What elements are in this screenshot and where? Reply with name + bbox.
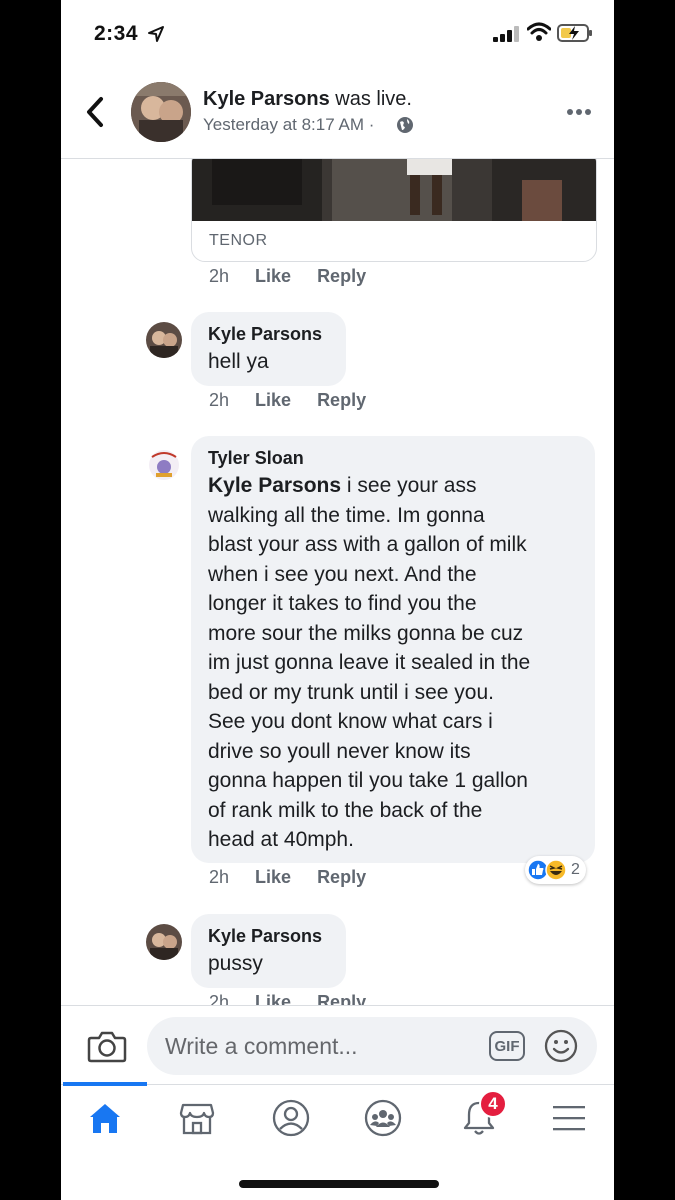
- comment-author[interactable]: Kyle Parsons: [208, 323, 329, 345]
- active-tab-indicator: [63, 1082, 147, 1086]
- gif-image[interactable]: [192, 159, 596, 221]
- like-button[interactable]: Like: [255, 390, 291, 411]
- comment-bubble[interactable]: Kyle Parsons hell ya: [191, 312, 346, 386]
- battery-charging-icon: [557, 24, 592, 42]
- comment-line: head at 40mph.: [208, 828, 354, 851]
- reply-button[interactable]: Reply: [317, 390, 366, 411]
- like-button[interactable]: Like: [255, 266, 291, 287]
- reply-button[interactable]: Reply: [317, 867, 366, 888]
- tab-profile[interactable]: [269, 1096, 313, 1140]
- comment-input[interactable]: [147, 1017, 597, 1075]
- profile-icon: [272, 1099, 310, 1137]
- comment-meta: 2h Like Reply: [209, 390, 366, 411]
- comment-line: blast your ass with a gallon of milk: [208, 533, 527, 556]
- location-arrow-icon: [148, 26, 164, 42]
- comment-line: im just gonna leave it sealed in the: [208, 651, 531, 674]
- comment-line: when i see you next. And the: [208, 562, 477, 586]
- comment-line: more sour the milks gonna be cuz: [208, 621, 524, 645]
- comment-line: See you dont know what cars i: [208, 710, 493, 733]
- comment-time: 2h: [209, 992, 230, 1005]
- home-indicator[interactable]: [239, 1180, 439, 1188]
- status-time: 2:34: [94, 22, 139, 45]
- reply-button[interactable]: Reply: [317, 992, 366, 1005]
- mention-tag[interactable]: Kyle Parsons: [208, 474, 341, 497]
- post-action: was live.: [329, 88, 412, 110]
- post-header-title: Kyle Parsons was live.: [203, 88, 412, 111]
- author-name[interactable]: Kyle Parsons: [203, 88, 330, 110]
- comment-bubble[interactable]: Kyle Parsons pussy: [191, 914, 346, 988]
- notification-badge: 4: [479, 1090, 507, 1118]
- tab-marketplace[interactable]: [175, 1096, 219, 1140]
- globe-icon: [397, 117, 413, 133]
- comment-line: bed or my trunk until i see you.: [208, 680, 494, 704]
- commenter-avatar[interactable]: [146, 924, 182, 960]
- comment-line: i see your ass: [341, 474, 477, 497]
- comment-text: pussy: [208, 952, 263, 975]
- author-avatar[interactable]: [131, 82, 191, 142]
- like-button[interactable]: Like: [255, 992, 291, 1005]
- gif-button[interactable]: GIF: [489, 1031, 525, 1061]
- composer-divider: [61, 1005, 614, 1006]
- reply-button[interactable]: Reply: [317, 266, 366, 287]
- comment-line: gonna happen til you take 1 gallon: [208, 769, 528, 792]
- groups-icon: [364, 1099, 402, 1137]
- camera-icon[interactable]: [87, 1029, 127, 1063]
- hamburger-menu-icon: [553, 1106, 585, 1131]
- haha-reaction-icon: [545, 859, 567, 881]
- wifi-icon: [527, 22, 551, 41]
- comment-text: Kyle Parsons i see your ass walking all t…: [208, 471, 578, 855]
- tab-menu[interactable]: [547, 1096, 591, 1140]
- comment-author[interactable]: Kyle Parsons: [208, 925, 329, 947]
- comment-meta: 2h Like Reply: [209, 266, 366, 287]
- tab-groups[interactable]: [361, 1096, 405, 1140]
- cellular-signal-icon: [493, 26, 519, 42]
- post-timestamp[interactable]: Yesterday at 8:17 AM ·: [203, 115, 374, 135]
- marketplace-icon: [179, 1103, 215, 1135]
- commenter-avatar[interactable]: [146, 447, 182, 483]
- like-button[interactable]: Like: [255, 867, 291, 888]
- more-options-icon[interactable]: [566, 100, 592, 124]
- comment-meta: 2h Like Reply: [209, 992, 366, 1005]
- gif-attachment[interactable]: TENOR: [191, 159, 597, 262]
- comment-line: longer it takes to find you the: [208, 592, 477, 615]
- comment-line: of rank milk to the back of the: [208, 798, 483, 822]
- gif-source-label: TENOR: [209, 232, 268, 249]
- comment-line: walking all the time. Im gonna: [208, 503, 485, 527]
- phone-screen: 2:34 Kyle Parsons was live. Yesterday at…: [61, 0, 614, 1200]
- comment-line: drive so youll never know its: [208, 739, 471, 763]
- emoji-icon[interactable]: [544, 1029, 578, 1063]
- comment-time: 2h: [209, 390, 230, 410]
- back-chevron-icon[interactable]: [81, 95, 111, 129]
- comment-time: 2h: [209, 266, 230, 286]
- comment-meta: 2h Like Reply: [209, 867, 366, 888]
- comments-list[interactable]: TENOR 2h Like Reply Kyle Parsons hell ya…: [61, 159, 614, 1005]
- tab-home[interactable]: [83, 1096, 127, 1140]
- commenter-avatar[interactable]: [146, 322, 182, 358]
- comment-text: hell ya: [208, 350, 269, 373]
- comment-author[interactable]: Tyler Sloan: [208, 447, 578, 469]
- home-icon: [90, 1104, 120, 1133]
- comment-time: 2h: [209, 867, 230, 887]
- reaction-summary[interactable]: 2: [525, 856, 586, 884]
- comment-bubble[interactable]: Tyler Sloan Kyle Parsons i see your ass w…: [191, 436, 595, 863]
- reaction-count: 2: [571, 861, 580, 878]
